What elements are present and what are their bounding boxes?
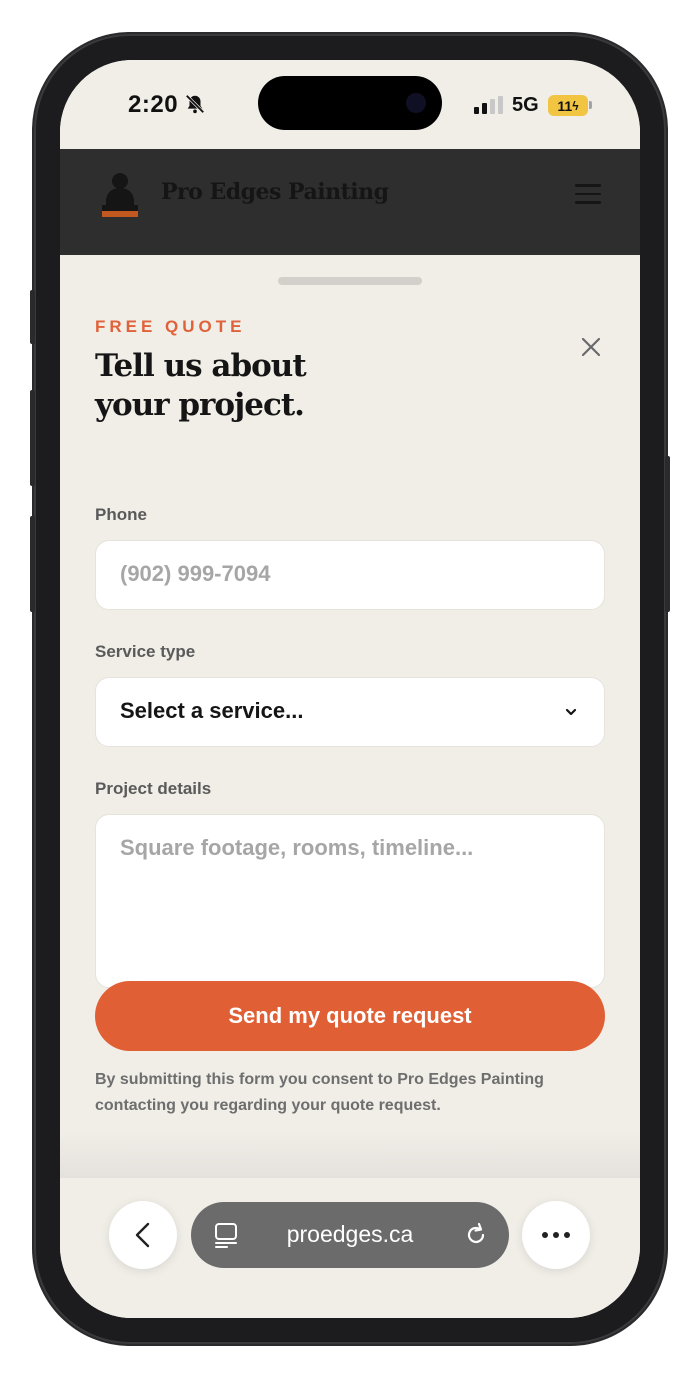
painter-logo-icon[interactable] <box>98 169 142 221</box>
toolbar-shadow <box>60 1130 640 1180</box>
ellipsis-icon <box>542 1232 570 1238</box>
chevron-left-icon <box>135 1222 150 1248</box>
url-text[interactable]: proedges.ca <box>191 1221 509 1248</box>
service-type-value: Select a service... <box>120 698 304 723</box>
sheet-grabber[interactable] <box>278 277 422 285</box>
site-header: Pro Edges Painting <box>60 149 640 255</box>
title-line-1: Tell us about <box>95 348 307 384</box>
consent-text: By submitting this form you consent to P… <box>95 1071 544 1114</box>
close-icon[interactable] <box>579 335 603 359</box>
camera-icon <box>406 93 426 113</box>
battery-level: 11 <box>557 97 573 114</box>
status-time: 2:20 <box>128 91 179 118</box>
sheet-title: Tell us about your project. <box>95 347 395 425</box>
status-bar: 2:20 5G 11 ϟ <box>60 60 640 150</box>
service-type-select[interactable]: Select a service... <box>95 677 605 747</box>
title-line-2: your project. <box>95 387 305 423</box>
project-details-textarea[interactable]: Square footage, rooms, timeline... <box>95 814 605 988</box>
signal-strength-icon <box>474 96 503 114</box>
phone-placeholder: (902) 999-7094 <box>120 561 271 586</box>
back-button[interactable] <box>109 1201 177 1269</box>
bell-slash-icon <box>185 94 205 114</box>
battery-icon: 11 ϟ <box>548 95 588 116</box>
eyebrow-label: FREE QUOTE <box>95 317 246 336</box>
volume-down-button <box>30 516 35 612</box>
screen: 2:20 5G 11 ϟ Pro Edges Painting FREE QUO… <box>60 60 640 1318</box>
browser-toolbar: proedges.ca <box>60 1178 640 1318</box>
chevron-down-icon <box>565 708 577 716</box>
project-details-placeholder: Square footage, rooms, timeline... <box>120 835 474 860</box>
volume-up-button <box>30 390 35 486</box>
project-details-label: Project details <box>95 779 212 798</box>
hamburger-menu-icon[interactable] <box>575 184 601 206</box>
dynamic-island <box>258 76 442 130</box>
network-type: 5G <box>512 94 539 116</box>
silent-switch <box>30 290 35 344</box>
battery-tip <box>589 101 592 109</box>
service-type-label: Service type <box>95 642 196 661</box>
site-name[interactable]: Pro Edges Painting <box>161 179 389 205</box>
power-button <box>665 456 670 612</box>
send-quote-button[interactable]: Send my quote request <box>95 981 605 1051</box>
phone-label: Phone <box>95 505 147 524</box>
phone-field[interactable]: (902) 999-7094 <box>95 540 605 610</box>
address-bar[interactable]: proedges.ca <box>191 1202 509 1268</box>
reload-icon[interactable] <box>463 1222 489 1248</box>
charging-bolt-icon: ϟ <box>572 98 579 113</box>
more-options-button[interactable] <box>522 1201 590 1269</box>
